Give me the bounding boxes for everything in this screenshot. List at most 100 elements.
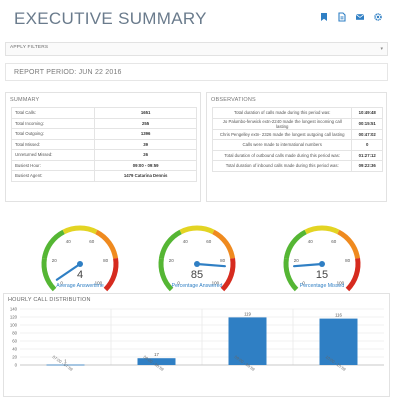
summary-row: Total Missed: 39 (10, 138, 197, 150)
gauge-hub (319, 261, 325, 267)
gauge-tick-label: 80 (345, 258, 351, 263)
observations-label: Total duration of inbound calls made dur… (211, 160, 353, 172)
summary-row: Total Calls: 1651 (10, 107, 197, 119)
observations-row: Total duration of inbound calls made dur… (211, 160, 383, 172)
gauge-tick-label: 40 (183, 239, 189, 244)
observations-table: Total duration of calls made during this… (211, 107, 383, 172)
bar-value-label: 17 (154, 352, 159, 357)
summary-value: 39 (94, 138, 197, 150)
gauge-needle (292, 262, 324, 268)
header: EXECUTIVE SUMMARY (0, 0, 393, 36)
y-tick-label: 0 (15, 363, 18, 368)
summary-row: Unreturned Missed: 26 (10, 149, 197, 161)
gauge-tick-label: 60 (331, 239, 337, 244)
gauge-band (158, 229, 182, 259)
gauge-band (179, 225, 215, 235)
gauge-band (345, 257, 361, 292)
summary-panel: SUMMARY Total Calls: 1651 Total Incoming: 2… (5, 92, 201, 202)
gauge-label: Percentage Missed (300, 283, 345, 289)
gauge-tick-label: 80 (220, 258, 226, 263)
y-tick-label: 140 (10, 307, 18, 312)
gauge-needle (195, 262, 227, 268)
summary-value: 1651 (94, 107, 197, 119)
y-tick-label: 40 (12, 347, 17, 352)
summary-row: Busiest Hour: 09:00 - 09:59 (10, 159, 197, 171)
summary-table: Total Calls: 1651 Total Incoming: 255 Total … (10, 107, 197, 182)
gauge-tick-label: 20 (169, 258, 175, 263)
gauge-average-answertime: 0 20 40 60 80 100 4 Average Answertime (30, 210, 130, 292)
report-period-label: REPORT PERIOD: JUN 22 2016 (14, 69, 122, 76)
summary-label: Total Calls: (10, 107, 96, 119)
gauge-band (103, 257, 119, 292)
summary-row: Total Outgoing: 1396 (10, 128, 197, 140)
observations-row: Total duration of calls made during this… (211, 107, 383, 119)
gauge-tick-label: 40 (66, 239, 72, 244)
summary-value: 09:00 - 09:59 (94, 159, 197, 171)
gauge-value: 85 (191, 269, 203, 281)
gauge-band (283, 257, 299, 292)
page-title: EXECUTIVE SUMMARY (14, 9, 207, 28)
hourly-call-distribution-panel: HOURLY CALL DISTRIBUTION 0 20 40 60 80 100 120… (3, 293, 390, 397)
gauge-tick-label: 60 (206, 239, 212, 244)
summary-label: Total Missed: (10, 138, 96, 150)
observations-label: Chris Pengelley extn- 2326 made the long… (211, 128, 353, 140)
gauge-tick-label: 20 (52, 258, 58, 263)
gauge-band (41, 257, 57, 292)
observations-row: Total duration of outbound calls made du… (211, 149, 383, 161)
gauge-tick-label: 60 (89, 239, 95, 244)
gauge-band (95, 229, 119, 259)
summary-row: Busiest Agent: 1479 Catarina Dennis (10, 170, 197, 182)
observations-value: 09:22:36 (351, 160, 383, 172)
gauge-value: 15 (316, 269, 328, 281)
y-tick-label: 100 (10, 323, 18, 328)
observations-label: Calls were made to international numbers (211, 139, 353, 151)
observations-value: 01:27:12 (351, 149, 383, 161)
summary-value: 1479 Catarina Dennis (94, 170, 197, 182)
summary-label: Busiest Hour: (10, 159, 96, 171)
y-tick-label: 80 (12, 331, 17, 336)
y-tick-label: 20 (12, 355, 17, 360)
summary-value: 255 (94, 117, 197, 129)
apply-filters-label: APPLY FILTERS (10, 45, 49, 50)
gauge-band (62, 225, 98, 235)
gauge-band (158, 257, 174, 292)
gauge-band (337, 229, 361, 259)
summary-label: Total Outgoing: (10, 128, 96, 140)
observations-value: 0 (351, 139, 383, 151)
y-tick-label: 120 (10, 315, 18, 320)
gauge-label: Percentage Answered (172, 283, 223, 289)
chevron-down-icon[interactable]: ▾ (380, 46, 383, 52)
hourly-call-distribution-chart: 020406080100120140107:00 - 07:59 1708:00 … (10, 307, 384, 372)
observations-value: 10:49:48 (351, 107, 383, 119)
summary-value: 1396 (94, 128, 197, 140)
apply-filters-bar[interactable]: APPLY FILTERS ▾ (5, 42, 388, 56)
gauge-band (220, 257, 236, 292)
observations-label: Total duration of outbound calls made du… (211, 149, 353, 161)
mail-icon[interactable] (355, 12, 365, 22)
header-icons (319, 12, 383, 22)
observations-label: Total duration of calls made during this… (211, 107, 353, 119)
observations-row: Jo Palumbo-fenwick extn-2240 made the lo… (211, 117, 383, 130)
gauge-band (41, 229, 65, 259)
bookmark-icon[interactable] (319, 12, 329, 22)
document-icon[interactable] (337, 12, 347, 22)
gauge-percentage-missed: 0 20 40 60 80 100 15 Percentage Missed (272, 210, 372, 292)
gauge-percentage-answered: 0 20 40 60 80 100 85 Percentage Answered (147, 210, 247, 292)
gauge-tick-label: 80 (103, 258, 109, 263)
summary-label: Total Incoming: (10, 117, 96, 129)
observations-value: 00:15:51 (351, 117, 383, 130)
observations-row: Calls were made to international numbers… (211, 139, 383, 151)
observations-row: Chris Pengelley extn- 2326 made the long… (211, 128, 383, 140)
summary-title: SUMMARY (10, 97, 40, 103)
bar-value-label: 116 (335, 313, 342, 318)
gauge-band (283, 229, 307, 259)
observations-value: 00:47:02 (351, 128, 383, 140)
summary-label: Unreturned Missed: (10, 149, 96, 161)
report-period-bar: REPORT PERIOD: JUN 22 2016 (5, 63, 388, 81)
gauge-tick-label: 20 (294, 258, 300, 263)
summary-label: Busiest Agent: (10, 170, 96, 182)
gauge-hub (77, 261, 83, 267)
observations-label: Jo Palumbo-fenwick extn-2240 made the lo… (211, 117, 353, 130)
gear-icon[interactable] (373, 12, 383, 22)
gauge-tick-label: 40 (308, 239, 314, 244)
